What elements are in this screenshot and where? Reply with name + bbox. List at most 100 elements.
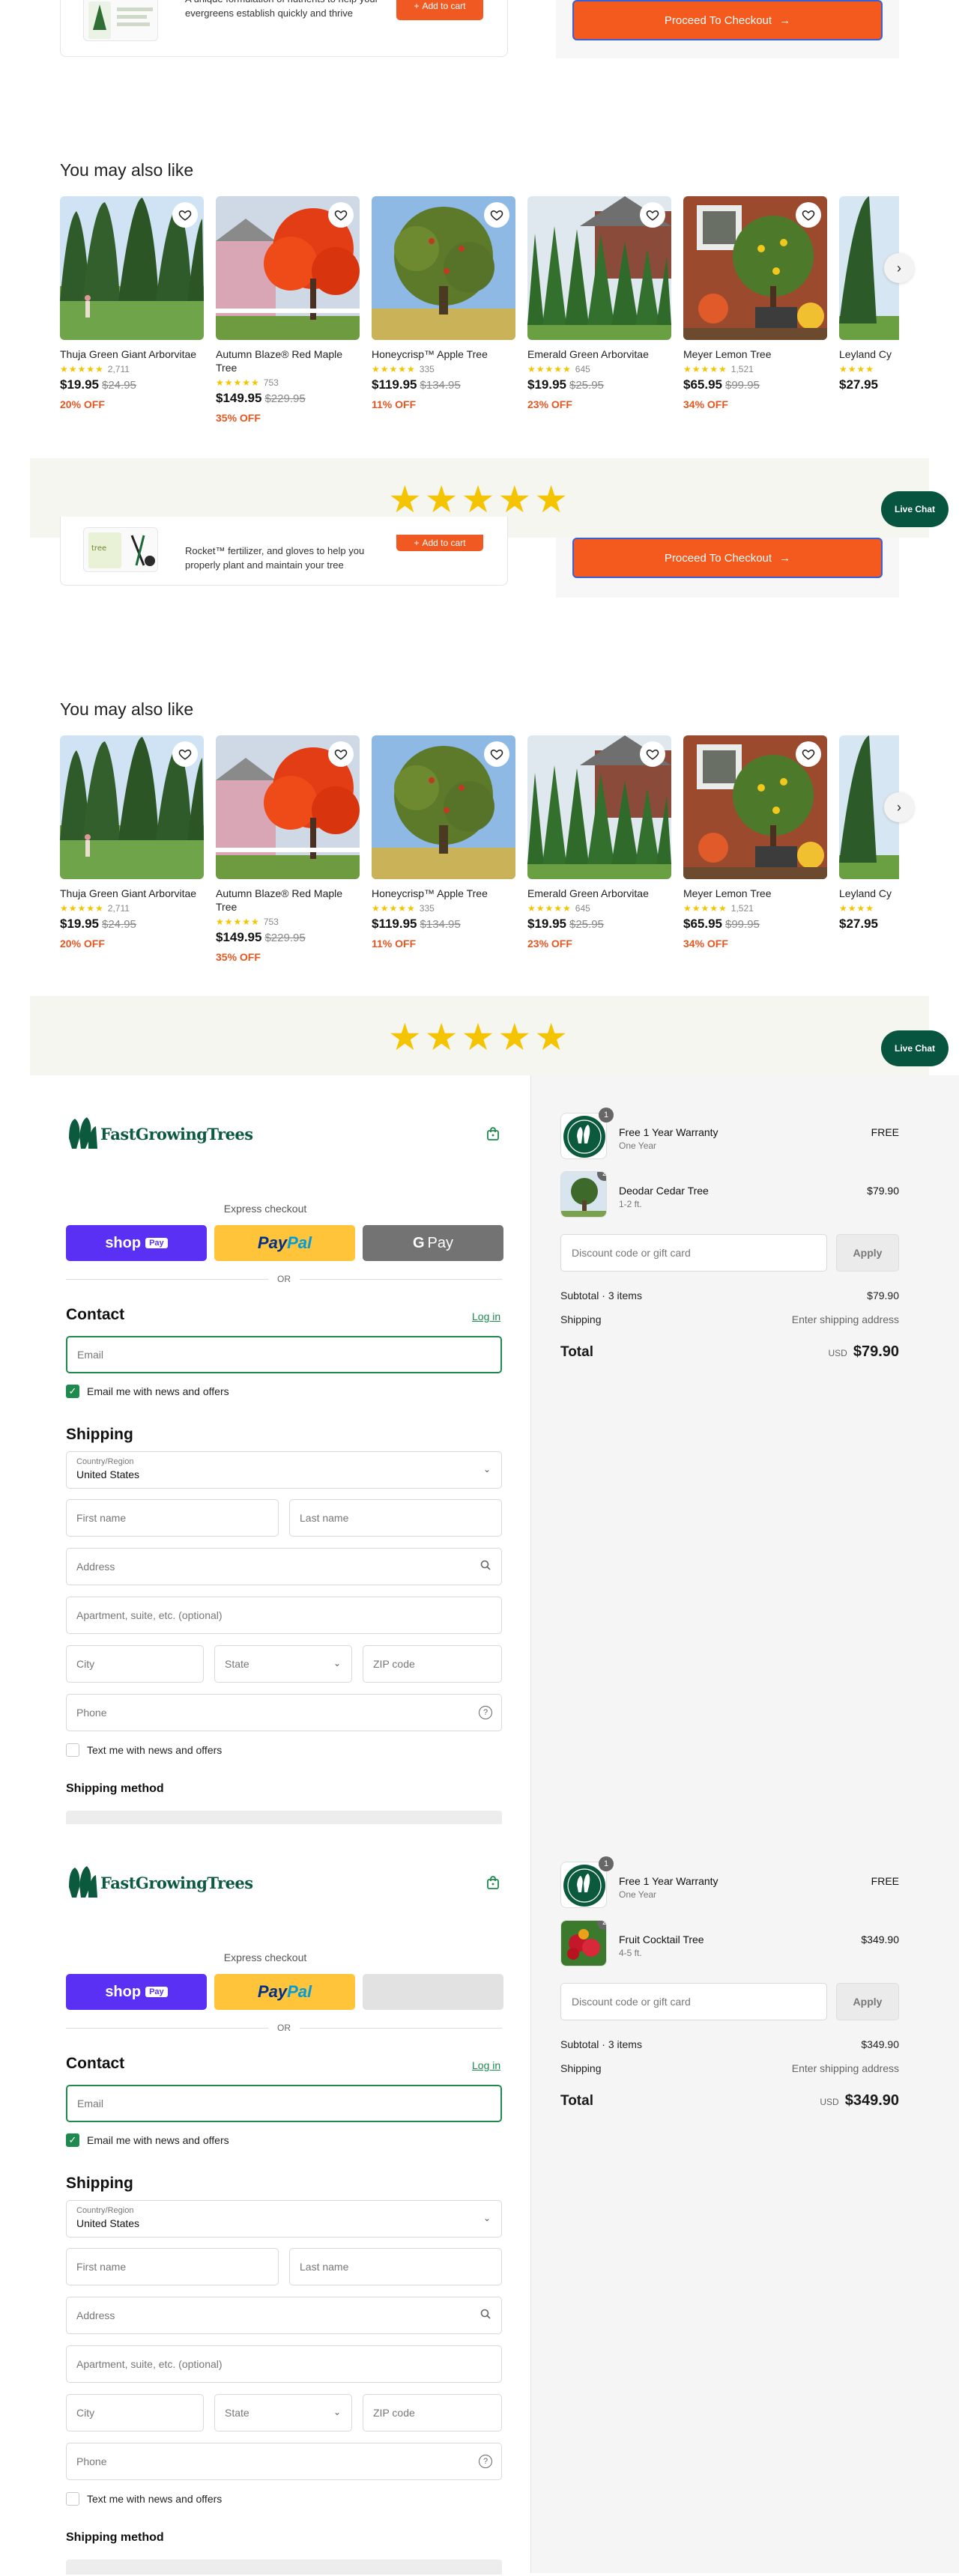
phone-field[interactable]: Phone? <box>66 1694 502 1731</box>
last-name-field[interactable]: Last name <box>289 1499 502 1537</box>
product-card[interactable]: Autumn Blaze® Red Maple Tree ★★★★★ 753 $149… <box>216 196 360 424</box>
google-pay-button[interactable]: G Pay <box>363 1225 503 1261</box>
email-field[interactable]: Email <box>66 2085 502 2122</box>
product-card[interactable]: Autumn Blaze® Red Maple Tree ★★★★★ 753 $149… <box>216 735 360 963</box>
email-news-checkbox[interactable]: ✓ Email me with news and offers <box>66 1385 229 1398</box>
first-name-field[interactable]: First name <box>66 2248 279 2285</box>
product-name[interactable]: Emerald Green Arborvitae <box>527 347 671 361</box>
product-image[interactable] <box>372 196 515 340</box>
product-card[interactable]: Thuja Green Giant Arborvitae ★★★★★ 2,711 $1… <box>60 196 204 410</box>
carousel-next-button[interactable]: › <box>884 792 914 822</box>
text-news-checkbox[interactable]: Text me with news and offers <box>66 1743 222 1757</box>
product-card[interactable]: Honeycrisp™ Apple Tree ★★★★★ 335 $119.95 $13… <box>372 735 515 950</box>
product-image[interactable] <box>60 735 204 879</box>
help-icon[interactable]: ? <box>479 1706 492 1719</box>
product-card[interactable]: Emerald Green Arborvitae ★★★★★ 645 $19.95 $2… <box>527 735 671 950</box>
product-image[interactable] <box>372 735 515 879</box>
product-image[interactable] <box>60 196 204 340</box>
heart-icon[interactable] <box>328 741 354 767</box>
heart-icon[interactable] <box>640 202 665 228</box>
log-in-link[interactable]: Log in <box>472 1310 500 1322</box>
heart-icon[interactable] <box>484 741 509 767</box>
zip-field[interactable]: ZIP code <box>363 1645 502 1683</box>
proceed-to-checkout-button[interactable]: Proceed To Checkout → <box>572 538 883 578</box>
apartment-field[interactable]: Apartment, suite, etc. (optional) <box>66 2345 502 2383</box>
add-to-cart-button[interactable]: + Add to cart <box>396 535 483 551</box>
shop-pay-button[interactable]: shop Pay <box>66 1225 207 1261</box>
apply-button[interactable]: Apply <box>836 1234 899 1272</box>
phone-field[interactable]: Phone? <box>66 2443 502 2480</box>
product-image[interactable] <box>527 735 671 879</box>
carousel-next-button[interactable]: › <box>884 253 914 283</box>
product-name[interactable]: Meyer Lemon Tree <box>683 887 827 900</box>
city-field[interactable]: City <box>66 2394 204 2431</box>
site-logo[interactable]: FastGrowingTrees <box>66 1865 253 1901</box>
discount-code-field[interactable]: Discount code or gift card <box>560 1234 827 1272</box>
product-name[interactable]: Autumn Blaze® Red Maple Tree <box>216 887 360 914</box>
first-name-field[interactable]: First name <box>66 1499 279 1537</box>
proceed-to-checkout-button[interactable]: Proceed To Checkout → <box>572 0 883 40</box>
heart-icon[interactable] <box>796 741 821 767</box>
email-news-label: Email me with news and offers <box>87 1385 229 1397</box>
heart-icon[interactable] <box>484 202 509 228</box>
shopping-bag-icon[interactable] <box>485 1126 500 1141</box>
city-field[interactable]: City <box>66 1645 204 1683</box>
checkmark-icon[interactable]: ✓ <box>66 2133 79 2147</box>
product-name[interactable]: Thuja Green Giant Arborvitae <box>60 887 204 900</box>
product-card[interactable]: Meyer Lemon Tree ★★★★★ 1,521 $65.95 $99.95 34… <box>683 196 827 410</box>
heart-icon[interactable] <box>172 741 198 767</box>
paypal-button[interactable]: Pay Pal <box>214 1225 355 1261</box>
zip-field[interactable]: ZIP code <box>363 2394 502 2431</box>
product-image[interactable] <box>683 735 827 879</box>
product-image[interactable] <box>216 735 360 879</box>
shop-pay-button[interactable]: shop Pay <box>66 1974 207 2010</box>
shopping-bag-icon[interactable] <box>485 1875 500 1890</box>
product-card[interactable]: Emerald Green Arborvitae ★★★★★ 645 $19.95 $2… <box>527 196 671 410</box>
product-name[interactable]: Honeycrisp™ Apple Tree <box>372 887 515 900</box>
product-card[interactable]: Honeycrisp™ Apple Tree ★★★★★ 335 $119.95 $13… <box>372 196 515 410</box>
state-select[interactable]: State ⌄ <box>214 2394 352 2431</box>
checkbox[interactable] <box>66 2492 79 2506</box>
discount-code-field[interactable]: Discount code or gift card <box>560 1983 827 2020</box>
item-price: FREE <box>871 1126 899 1138</box>
heart-icon[interactable] <box>172 202 198 228</box>
google-pay-button[interactable] <box>363 1974 503 2010</box>
heart-icon[interactable] <box>796 202 821 228</box>
heart-icon[interactable] <box>328 202 354 228</box>
product-name[interactable]: Thuja Green Giant Arborvitae <box>60 347 204 361</box>
current-price: $27.95 <box>839 917 878 931</box>
product-name[interactable]: Autumn Blaze® Red Maple Tree <box>216 347 360 374</box>
text-news-checkbox[interactable]: Text me with news and offers <box>66 2492 222 2506</box>
product-name[interactable]: Honeycrisp™ Apple Tree <box>372 347 515 361</box>
product-name[interactable]: Emerald Green Arborvitae <box>527 887 671 900</box>
add-to-cart-button[interactable]: + Add to cart <box>396 0 483 20</box>
product-card[interactable]: Meyer Lemon Tree ★★★★★ 1,521 $65.95 $99.95 34… <box>683 735 827 950</box>
checkmark-icon[interactable]: ✓ <box>66 1385 79 1398</box>
paypal-button[interactable]: Pay Pal <box>214 1974 355 2010</box>
address-field[interactable]: Address <box>66 2297 502 2334</box>
country-select[interactable]: Country/Region United States ⌄ <box>66 1451 502 1489</box>
apply-button[interactable]: Apply <box>836 1983 899 2020</box>
help-icon[interactable]: ? <box>479 2455 492 2468</box>
country-select[interactable]: Country/Region United States ⌄ <box>66 2200 502 2238</box>
live-chat-button[interactable]: Live Chat <box>881 1030 949 1066</box>
state-select[interactable]: State ⌄ <box>214 1645 352 1683</box>
address-field[interactable]: Address <box>66 1548 502 1585</box>
product-image[interactable] <box>683 196 827 340</box>
email-field[interactable]: Email <box>66 1336 502 1373</box>
checkbox[interactable] <box>66 1743 79 1757</box>
apartment-field[interactable]: Apartment, suite, etc. (optional) <box>66 1597 502 1634</box>
site-logo[interactable]: FastGrowingTrees <box>66 1116 253 1152</box>
product-name[interactable]: Meyer Lemon Tree <box>683 347 827 361</box>
heart-icon[interactable] <box>640 741 665 767</box>
item-name: Free 1 Year Warranty <box>619 1126 719 1138</box>
product-image[interactable] <box>216 196 360 340</box>
product-image[interactable] <box>527 196 671 340</box>
product-card[interactable]: Thuja Green Giant Arborvitae ★★★★★ 2,711 $1… <box>60 735 204 950</box>
log-in-link[interactable]: Log in <box>472 2059 500 2071</box>
email-news-checkbox[interactable]: ✓ Email me with news and offers <box>66 2133 229 2147</box>
live-chat-button[interactable]: Live Chat <box>881 491 949 527</box>
shop-pay-label: shop <box>105 1234 142 1251</box>
price: $65.95 $99.95 <box>683 377 827 392</box>
last-name-field[interactable]: Last name <box>289 2248 502 2285</box>
